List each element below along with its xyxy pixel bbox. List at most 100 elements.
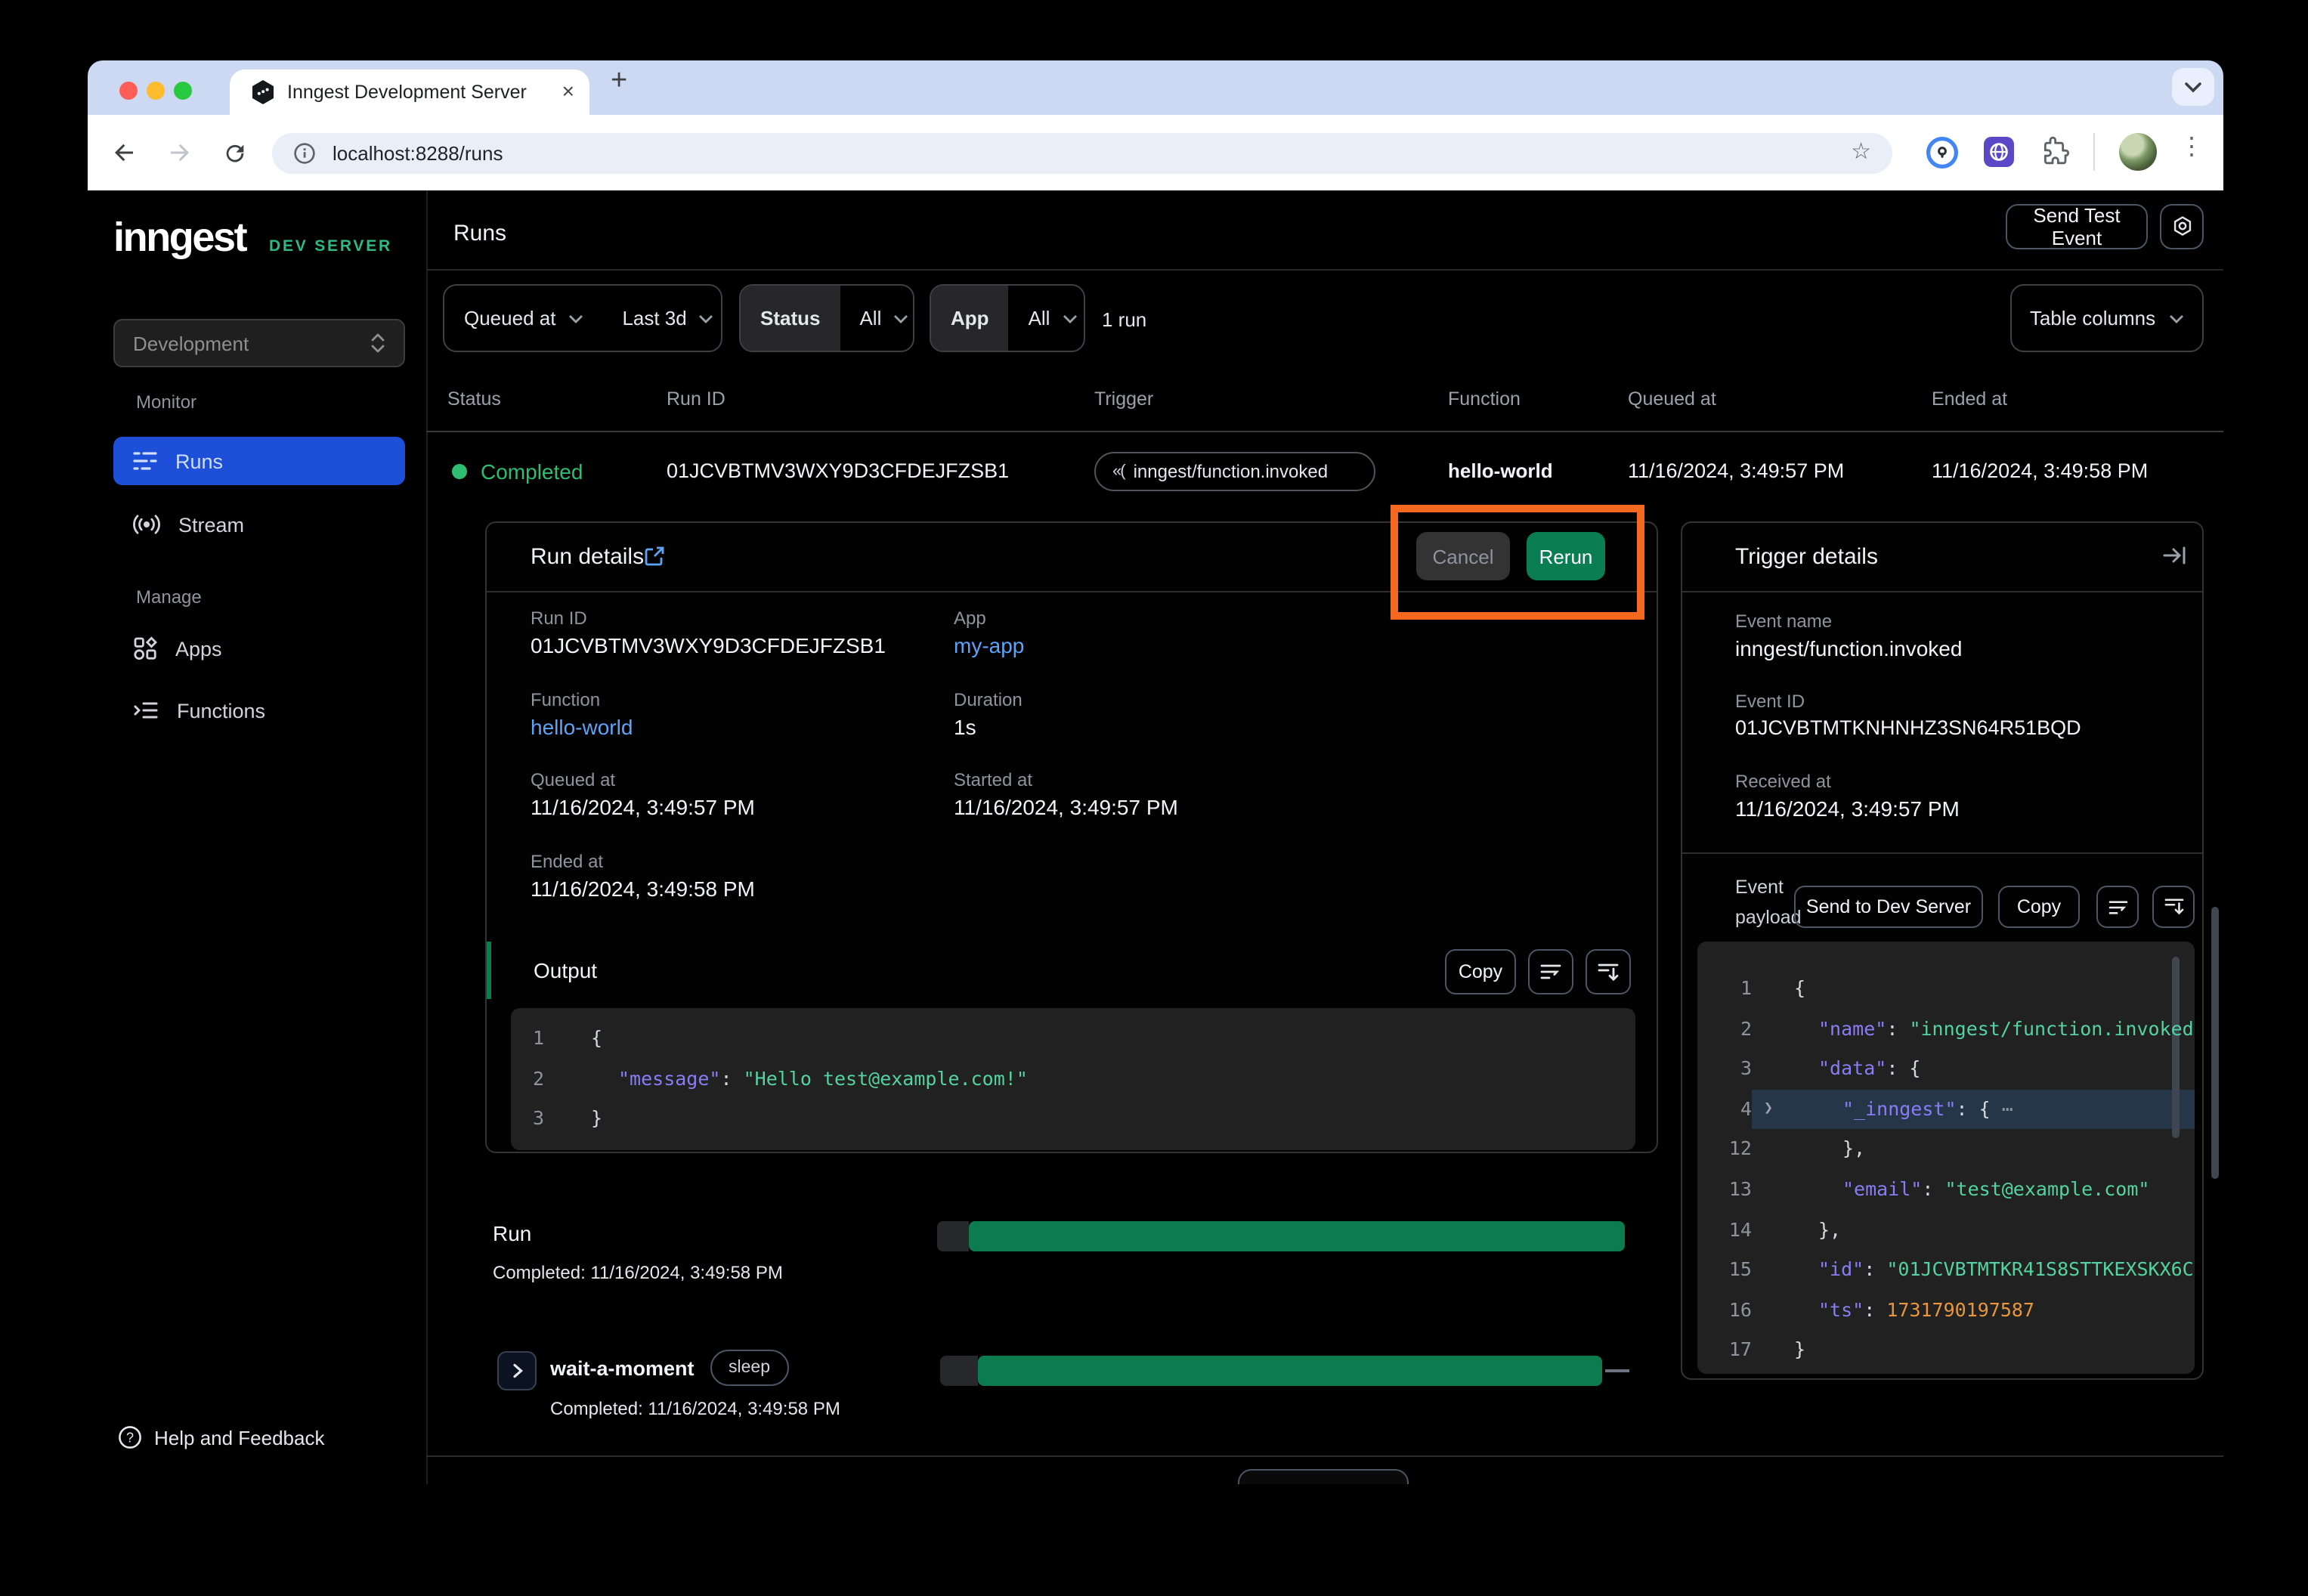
sidebar-item-apps[interactable]: Apps [113,624,405,673]
password-manager-icon[interactable] [1926,136,1959,169]
ended-at-value: 11/16/2024, 3:49:58 PM [531,877,755,901]
sidebar: inngest DEV SERVER Development Monitor R… [88,190,428,1484]
trigger-details-title: Trigger details [1735,544,1878,570]
sidebar-item-label: Apps [175,637,222,660]
environment-select[interactable]: Development [113,319,405,367]
col-header-run-id: Run ID [667,388,726,410]
row-ended-at: 11/16/2024, 3:49:58 PM [1932,459,2148,482]
duration-value: 1s [954,715,976,739]
run-bar[interactable] [969,1221,1625,1251]
collapse-panel-icon[interactable] [2163,546,2187,565]
minimize-window-button[interactable] [147,82,165,100]
chevron-down-icon [893,314,908,323]
word-wrap-icon[interactable] [1528,949,1573,994]
col-header-trigger: Trigger [1094,388,1153,410]
status-filter-value: All [859,307,881,329]
bookmark-star-icon[interactable]: ☆ [1851,138,1871,165]
sidebar-item-stream[interactable]: Stream [113,500,405,549]
app-filter[interactable]: App All [930,284,1085,352]
col-header-ended-at: Ended at [1932,388,2007,410]
step-bar-lead [940,1356,978,1386]
external-link-icon[interactable] [644,546,665,567]
table-columns-button[interactable]: Table columns [2010,284,2204,352]
payload-word-wrap-icon[interactable] [2096,886,2139,928]
step-completed-text: Completed: 11/16/2024, 3:49:58 PM [550,1398,840,1419]
close-window-button[interactable] [119,82,138,100]
forward-icon[interactable] [162,135,198,171]
chevron-down-icon [699,314,714,323]
browser-toolbar: localhost:8288/runs ☆ ⋮ [88,115,2223,190]
expand-output-icon[interactable] [1586,949,1631,994]
payload-copy-button[interactable]: Copy [1998,886,2080,928]
chevron-down-icon [568,314,583,323]
screen: Inngest Development Server × + [0,0,2308,1596]
extension-app-icon[interactable] [1983,136,2015,168]
extensions-puzzle-icon[interactable] [2040,136,2071,166]
run-bar-lead [937,1221,969,1251]
help-and-feedback[interactable]: ? Help and Feedback [118,1425,325,1449]
duration-label: Duration [954,689,1023,710]
queued-at-label: Queued at [531,769,615,790]
time-field-label: Queued at [464,307,555,329]
started-at-value: 11/16/2024, 3:49:57 PM [954,795,1178,819]
browser-menu-icon[interactable]: ⋮ [2180,131,2204,162]
send-to-dev-server-button[interactable]: Send to Dev Server [1794,886,1983,928]
sidebar-item-label: Functions [177,699,265,722]
step-name: wait-a-moment [550,1357,695,1380]
tab-close-icon[interactable]: × [562,79,574,103]
help-icon: ? [118,1425,142,1449]
row-queued-at: 11/16/2024, 3:49:57 PM [1628,459,1844,482]
sidebar-item-label: Runs [175,450,223,472]
app-label: App [954,608,986,629]
status-filter[interactable]: Status All [739,284,914,352]
help-label: Help and Feedback [154,1426,325,1449]
ended-at-label: Ended at [531,851,603,872]
gear-icon [2170,215,2194,239]
new-tab-button[interactable]: + [611,65,627,98]
tab-search-chevron-icon[interactable] [2172,68,2214,106]
functions-icon [133,700,159,721]
row-status: Completed [481,459,583,484]
event-name-value: inngest/function.invoked [1735,636,1962,660]
time-filter[interactable]: Queued at Last 3d [443,284,722,352]
output-copy-button[interactable]: Copy [1445,949,1516,994]
chevron-right-icon [512,1363,522,1378]
time-range-value: Last 3d [622,307,686,329]
sidebar-item-runs[interactable]: Runs [113,437,405,485]
output-code[interactable]: 1{2"message": "Hello test@example.com!"3… [511,1008,1635,1150]
queued-at-value: 11/16/2024, 3:49:57 PM [531,795,755,819]
sidebar-item-functions[interactable]: Functions [113,686,405,735]
browser-tab[interactable]: Inngest Development Server × [230,70,589,115]
page-scrollbar[interactable] [2211,907,2219,1179]
table-columns-label: Table columns [2030,307,2155,329]
received-at-label: Received at [1735,771,1831,792]
step-expand-button[interactable] [497,1351,537,1390]
step-bar[interactable] [978,1356,1602,1386]
app-filter-label: App [951,307,989,329]
event-payload-code[interactable]: 1{2"name": "inngest/function.invoked",3"… [1697,942,2195,1374]
row-function: hello-world [1448,459,1553,482]
payload-expand-icon[interactable] [2152,886,2195,928]
send-test-event-button[interactable]: Send Test Event [2006,204,2148,249]
svg-text:?: ? [126,1430,134,1445]
app-link[interactable]: my-app [954,633,1024,657]
load-more-button-partial[interactable] [1238,1469,1409,1484]
environment-value: Development [133,332,249,354]
col-header-status: Status [447,388,501,410]
output-accent-bar [487,942,491,999]
event-payload-label: Eventpayload [1735,872,1802,933]
zoom-window-button[interactable] [174,82,192,100]
settings-gear-button[interactable] [2160,204,2204,249]
reload-icon[interactable] [216,135,252,171]
back-icon[interactable] [106,135,142,171]
main: Runs Send Test Event Queued at Last 3d S… [426,190,2223,1484]
profile-avatar[interactable] [2119,133,2157,171]
runs-icon [133,450,157,472]
site-info-icon[interactable] [293,142,316,165]
run-count: 1 run [1102,308,1146,331]
event-name-label: Event name [1735,611,1832,632]
address-bar[interactable]: localhost:8288/runs ☆ [272,133,1892,174]
trigger-event-pill[interactable]: «( inngest/function.invoked [1094,452,1375,491]
function-link[interactable]: hello-world [531,715,633,739]
row-run-id: 01JCVBTMV3WXY9D3CFDEJFZSB1 [667,459,1009,482]
